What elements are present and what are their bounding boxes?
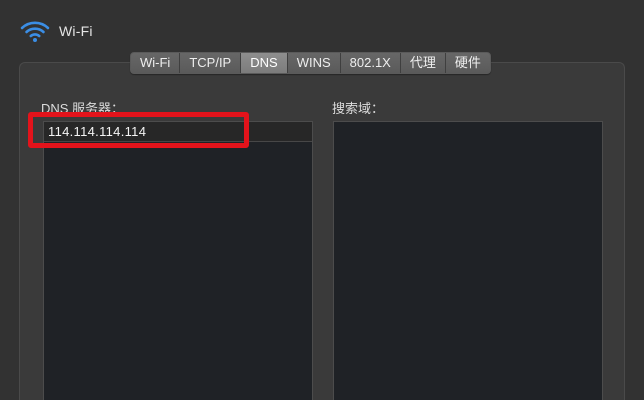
highlight-annotation [28,112,249,148]
wifi-icon [20,21,50,42]
tab-tcp-ip[interactable]: TCP/IP [180,53,242,73]
window-header: Wi-Fi [20,18,93,44]
tab-hardware[interactable]: 硬件 [445,53,490,73]
tab-802-1x[interactable]: 802.1X [340,53,401,73]
tab-wins[interactable]: WINS [287,53,341,73]
dns-servers-list[interactable]: 114.114.114.114 [43,121,313,400]
window-title: Wi-Fi [59,23,93,39]
tab-dns[interactable]: DNS [241,53,288,73]
tab-wifi[interactable]: Wi-Fi [131,53,181,73]
network-settings-window: Wi-Fi DNS 服务器： 搜索域： 114.114.114.114 Wi-F… [0,0,644,400]
tab-proxy[interactable]: 代理 [400,53,446,73]
tab-bar: Wi-Fi TCP/IP DNS WINS 802.1X 代理 硬件 [130,52,491,74]
search-domains-list[interactable] [333,121,603,400]
search-domains-label: 搜索域： [332,101,385,116]
